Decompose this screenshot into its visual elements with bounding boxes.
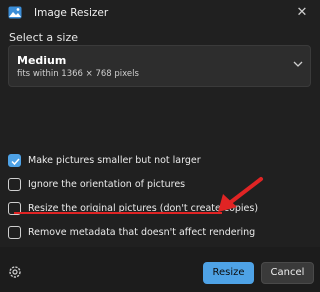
checkbox-remove-metadata[interactable]	[8, 226, 21, 239]
chevron-down-icon	[293, 61, 303, 67]
image-icon	[8, 6, 22, 19]
option-label: Make pictures smaller but not larger	[28, 155, 201, 166]
resize-button[interactable]: Resize	[203, 262, 254, 284]
option-shrink-only[interactable]: Make pictures smaller but not larger	[8, 154, 308, 171]
annotation-underline	[14, 212, 222, 214]
checkbox-ignore-orientation[interactable]	[8, 178, 21, 191]
selected-size-name: Medium	[17, 54, 67, 67]
check-icon	[11, 158, 20, 166]
option-label: Remove metadata that doesn't affect rend…	[28, 227, 256, 238]
option-label: Ignore the orientation of pictures	[28, 179, 186, 190]
cancel-button[interactable]: Cancel	[261, 262, 314, 284]
size-dropdown[interactable]: Medium fits within 1366 × 768 pixels	[8, 45, 311, 87]
close-icon[interactable]: ✕	[288, 2, 316, 24]
option-remove-metadata[interactable]: Remove metadata that doesn't affect rend…	[8, 226, 308, 243]
title-bar: Image Resizer ✕	[0, 0, 320, 30]
checkbox-shrink-only[interactable]	[8, 154, 21, 167]
annotation-arrow-icon	[218, 177, 263, 212]
selected-size-description: fits within 1366 × 768 pixels	[17, 69, 139, 79]
size-section-label: Select a size	[9, 31, 78, 44]
gear-icon[interactable]	[7, 264, 23, 280]
window-title: Image Resizer	[34, 7, 109, 19]
